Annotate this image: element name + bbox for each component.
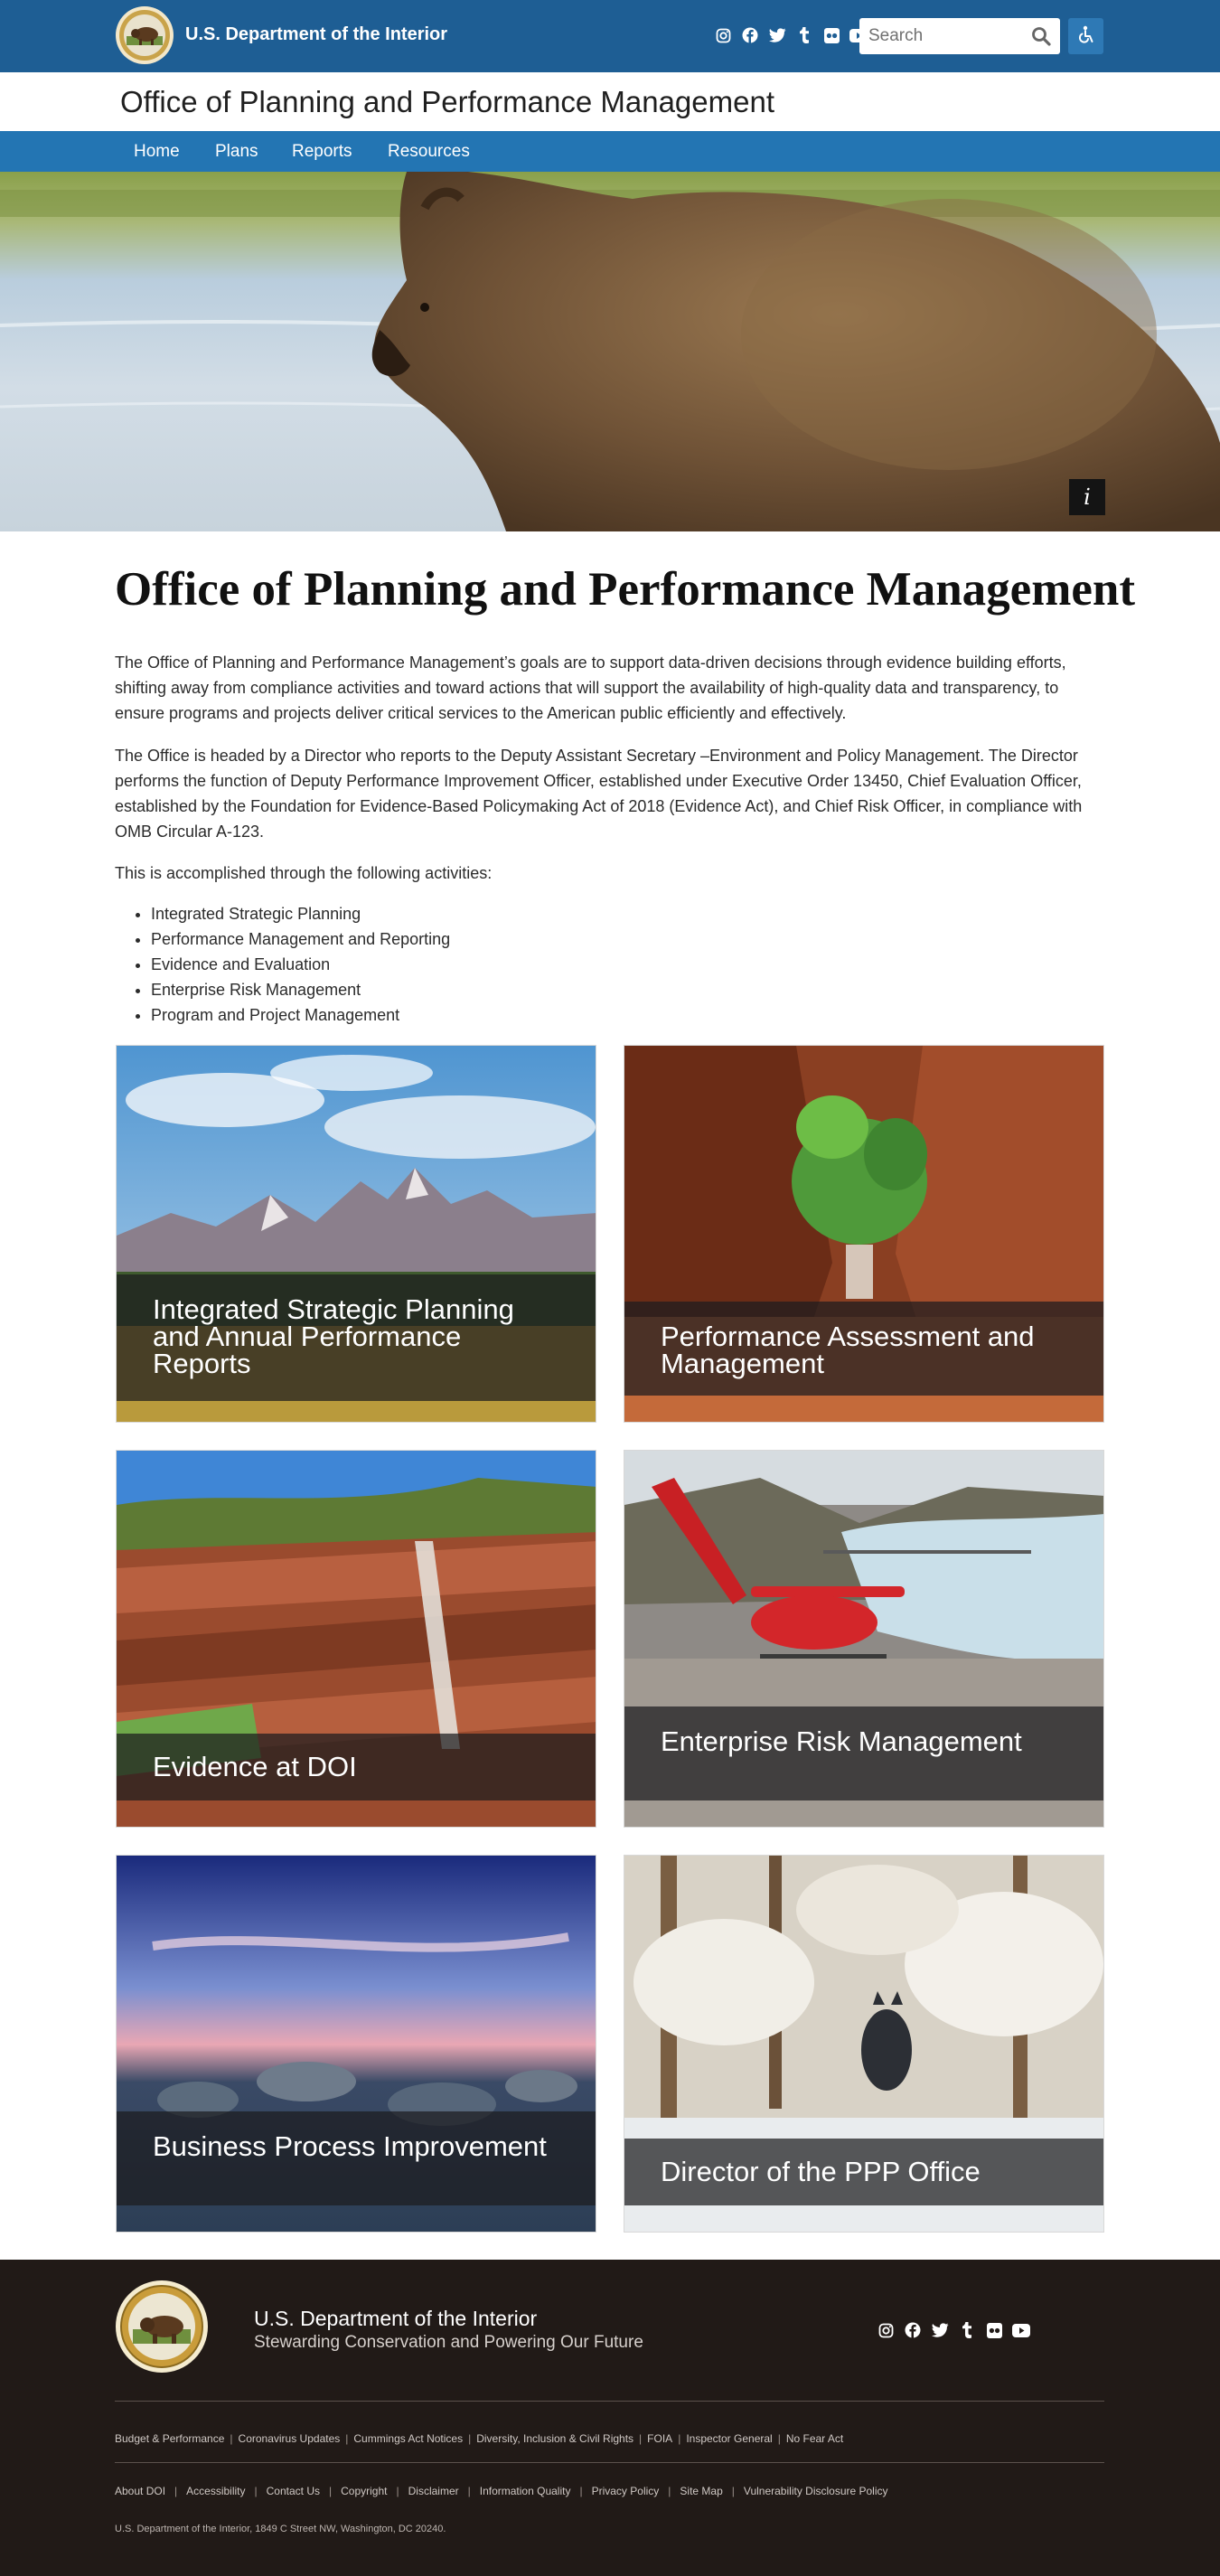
tumblr-icon[interactable] — [795, 25, 813, 45]
search-icon[interactable] — [1029, 24, 1053, 48]
footer-address: U.S. Department of the Interior, 1849 C … — [115, 2524, 446, 2534]
nav-reports[interactable]: Reports — [292, 142, 352, 162]
nav-plans[interactable]: Plans — [215, 142, 258, 162]
footer-social-links — [877, 2320, 1030, 2340]
link-separator: | — [254, 2485, 258, 2497]
card-enterprise-risk[interactable]: Enterprise Risk Management — [624, 1450, 1104, 1828]
footer-divider — [115, 2462, 1104, 2463]
list-item: Performance Management and Reporting — [151, 926, 450, 952]
activities-list: Integrated Strategic Planning Performanc… — [151, 901, 450, 1028]
link-separator: | — [329, 2485, 333, 2497]
nav-resources[interactable]: Resources — [388, 142, 470, 162]
footer-link-privacy[interactable]: Privacy Policy — [592, 2485, 660, 2497]
list-item: Program and Project Management — [151, 1002, 450, 1028]
footer-divider — [115, 2401, 1104, 2402]
link-separator: | — [174, 2485, 178, 2497]
nav-home[interactable]: Home — [134, 142, 180, 162]
footer-link-information-quality[interactable]: Information Quality — [480, 2485, 571, 2497]
footer-link-accessibility[interactable]: Accessibility — [186, 2485, 245, 2497]
link-separator: | — [345, 2432, 349, 2445]
footer-link-disclaimer[interactable]: Disclaimer — [408, 2485, 459, 2497]
facebook-icon[interactable] — [904, 2320, 922, 2340]
footer-link-vulnerability[interactable]: Vulnerability Disclosure Policy — [744, 2485, 888, 2497]
footer-link-cummings[interactable]: Cummings Act Notices — [353, 2432, 463, 2445]
link-separator: | — [639, 2432, 643, 2445]
link-separator: | — [396, 2485, 399, 2497]
card-title[interactable]: Evidence at DOI — [153, 1753, 550, 1781]
doi-seal-logo[interactable] — [115, 5, 174, 65]
facebook-icon[interactable] — [741, 25, 759, 45]
search-box — [859, 18, 1060, 54]
footer-links-primary: Budget & Performance | Coronavirus Update… — [115, 2432, 843, 2445]
card-strategic-planning[interactable]: Integrated Strategic Planning and Annual… — [116, 1045, 596, 1423]
card-title[interactable]: Enterprise Risk Management — [661, 1727, 1058, 1755]
youtube-icon[interactable] — [1012, 2320, 1030, 2340]
flickr-icon[interactable] — [822, 25, 840, 45]
footer-link-copyright[interactable]: Copyright — [341, 2485, 387, 2497]
footer-link-about[interactable]: About DOI — [115, 2485, 165, 2497]
footer-link-foia[interactable]: FOIA — [647, 2432, 672, 2445]
link-separator: | — [731, 2485, 735, 2497]
link-separator: | — [579, 2485, 583, 2497]
list-item: Evidence and Evaluation — [151, 952, 450, 977]
card-title[interactable]: Business Process Improvement — [153, 2132, 550, 2160]
director-paragraph: The Office is headed by a Director who r… — [115, 747, 1083, 841]
page-title: Office of Planning and Performance Manag… — [115, 563, 1135, 616]
instagram-icon[interactable] — [877, 2320, 895, 2340]
instagram-icon[interactable] — [714, 25, 732, 45]
footer-tagline: Stewarding Conservation and Powering Our… — [254, 2333, 643, 2352]
footer-link-contact[interactable]: Contact Us — [267, 2485, 320, 2497]
link-separator: | — [468, 2432, 472, 2445]
search-input[interactable] — [868, 24, 1022, 49]
footer-links-secondary: About DOI | Accessibility | Contact Us | Co… — [115, 2485, 888, 2497]
card-performance-assessment[interactable]: Performance Assessment and Management — [624, 1045, 1104, 1423]
office-header: Office of Planning and Performance Manag… — [0, 72, 1220, 131]
footer-link-no-fear-act[interactable]: No Fear Act — [786, 2432, 843, 2445]
doi-seal-logo[interactable] — [115, 2280, 209, 2374]
department-name[interactable]: U.S. Department of the Interior — [185, 24, 447, 45]
card-title[interactable]: Director of the PPP Office — [661, 2158, 1058, 2186]
twitter-icon[interactable] — [931, 2320, 949, 2340]
link-separator: | — [467, 2485, 471, 2497]
intro-paragraph: The Office of Planning and Performance M… — [115, 653, 1066, 722]
hero-image: i — [0, 172, 1220, 531]
tumblr-icon[interactable] — [958, 2320, 976, 2340]
footer-link-coronavirus[interactable]: Coronavirus Updates — [239, 2432, 341, 2445]
card-title[interactable]: Integrated Strategic Planning and Annual… — [153, 1295, 550, 1377]
link-separator: | — [668, 2485, 671, 2497]
footer-link-site-map[interactable]: Site Map — [680, 2485, 722, 2497]
footer-link-inspector-general[interactable]: Inspector General — [686, 2432, 772, 2445]
accessibility-icon[interactable] — [1068, 18, 1103, 54]
link-separator: | — [230, 2432, 233, 2445]
footer-department-name[interactable]: U.S. Department of the Interior — [254, 2307, 537, 2331]
card-business-process[interactable]: Business Process Improvement — [116, 1855, 596, 2233]
office-title[interactable]: Office of Planning and Performance Manag… — [120, 85, 774, 119]
list-item: Enterprise Risk Management — [151, 977, 450, 1002]
list-item: Integrated Strategic Planning — [151, 901, 450, 926]
footer-link-diversity[interactable]: Diversity, Inclusion & Civil Rights — [476, 2432, 633, 2445]
card-evidence[interactable]: Evidence at DOI — [116, 1450, 596, 1828]
flickr-icon[interactable] — [985, 2320, 1003, 2340]
top-bar: U.S. Department of the Interior — [0, 0, 1220, 72]
card-title[interactable]: Performance Assessment and Management — [661, 1322, 1058, 1377]
brown-bear-photo — [0, 172, 1220, 531]
link-separator: | — [678, 2432, 681, 2445]
footer-link-budget[interactable]: Budget & Performance — [115, 2432, 224, 2445]
link-separator: | — [777, 2432, 781, 2445]
card-director[interactable]: Director of the PPP Office — [624, 1855, 1104, 2233]
activities-intro: This is accomplished through the followi… — [115, 864, 493, 882]
main-nav: Home Plans Reports Resources — [0, 131, 1220, 172]
image-info-button[interactable]: i — [1069, 479, 1105, 515]
social-links — [714, 25, 868, 45]
twitter-icon[interactable] — [768, 25, 786, 45]
